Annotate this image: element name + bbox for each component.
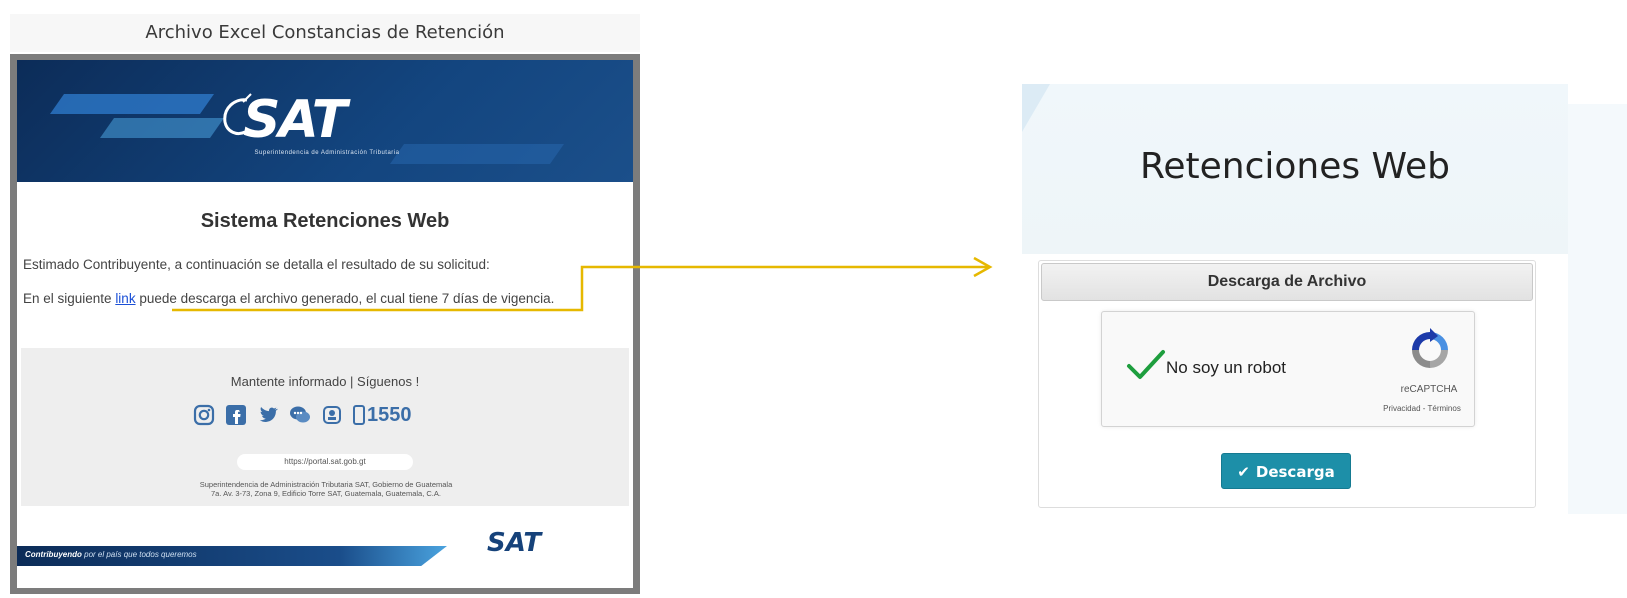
retenciones-web-page: Retenciones Web Descarga de Archivo No s… bbox=[1022, 84, 1568, 514]
recaptcha-brand: reCAPTCHA bbox=[1400, 384, 1458, 395]
email-text-after-link: puede descarga el archivo generado, el c… bbox=[135, 291, 555, 306]
phone-icon bbox=[353, 405, 365, 425]
slogan-text: Contribuyendo por el país que todos quer… bbox=[25, 550, 197, 559]
email-heading: Sistema Retenciones Web bbox=[200, 210, 450, 232]
phone-number: 1550 bbox=[367, 403, 412, 426]
address-line-1: Superintendencia de Administración Tribu… bbox=[199, 480, 453, 489]
email-download-paragraph: En el siguiente link puede descarga el a… bbox=[23, 290, 627, 307]
email-footer: Mantente informado | Síguenos ! 1550 htt… bbox=[21, 348, 629, 506]
banner-streak bbox=[49, 94, 215, 114]
facebook-icon[interactable] bbox=[225, 404, 247, 426]
slogan-strong: Contribuyendo bbox=[25, 550, 82, 559]
email-window-title: Archivo Excel Constancias de Retención bbox=[10, 14, 640, 52]
banner-streak bbox=[99, 118, 225, 138]
social-icons-row: 1550 bbox=[193, 400, 463, 430]
download-card: Descarga de Archivo No soy un robot reCA… bbox=[1038, 260, 1536, 508]
portal-url[interactable]: https://portal.sat.gob.gt bbox=[237, 454, 413, 470]
recaptcha-logo-icon bbox=[1412, 328, 1448, 368]
email-body: SAT Superintendencia de Administración T… bbox=[17, 60, 633, 588]
recaptcha-widget: No soy un robot reCAPTCHA Privacidad - T… bbox=[1101, 311, 1475, 427]
agency-icon[interactable] bbox=[321, 404, 343, 426]
check-icon[interactable] bbox=[1126, 348, 1166, 382]
sat-small-logo: SAT bbox=[487, 528, 542, 558]
download-button-label: Descarga bbox=[1255, 463, 1335, 481]
phone-1550[interactable]: 1550 bbox=[353, 404, 412, 427]
email-frame: SAT Superintendencia de Administración T… bbox=[10, 54, 640, 594]
twitter-icon[interactable] bbox=[257, 404, 279, 426]
email-greeting: Estimado Contribuyente, a continuación s… bbox=[23, 257, 490, 272]
chat-icon[interactable] bbox=[289, 404, 311, 426]
sat-logo-text: SAT bbox=[243, 90, 347, 150]
address-line-2: 7a. Av. 3-73, Zona 9, Edificio Torre SAT… bbox=[211, 489, 441, 498]
checkmark-icon: ✔ bbox=[1237, 463, 1250, 481]
instagram-icon[interactable] bbox=[193, 404, 215, 426]
sat-logo-caption: Superintendencia de Administración Tribu… bbox=[254, 150, 400, 156]
card-header: Descarga de Archivo bbox=[1041, 263, 1533, 301]
sat-banner: SAT Superintendencia de Administración T… bbox=[17, 60, 633, 182]
connector-arrowhead bbox=[973, 256, 993, 278]
slogan-bar: Contribuyendo por el país que todos quer… bbox=[17, 546, 447, 566]
recaptcha-links[interactable]: Privacidad - Términos bbox=[1370, 404, 1474, 413]
page-side-strip bbox=[1568, 104, 1627, 514]
email-text-before-link: En el siguiente bbox=[23, 291, 116, 306]
sat-logo: SAT Superintendencia de Administración T… bbox=[217, 90, 437, 168]
follow-us-text: Mantente informado | Síguenos ! bbox=[230, 374, 420, 389]
page-title: Retenciones Web bbox=[1139, 146, 1451, 187]
recaptcha-label[interactable]: No soy un robot bbox=[1166, 358, 1286, 378]
download-button[interactable]: ✔ Descarga bbox=[1221, 453, 1351, 489]
email-bottom-banner: Contribuyendo por el país que todos quer… bbox=[17, 508, 633, 588]
download-link[interactable]: link bbox=[115, 291, 135, 306]
footer-address: Superintendencia de Administración Tribu… bbox=[101, 480, 551, 498]
slogan-rest: por el país que todos queremos bbox=[81, 550, 197, 559]
